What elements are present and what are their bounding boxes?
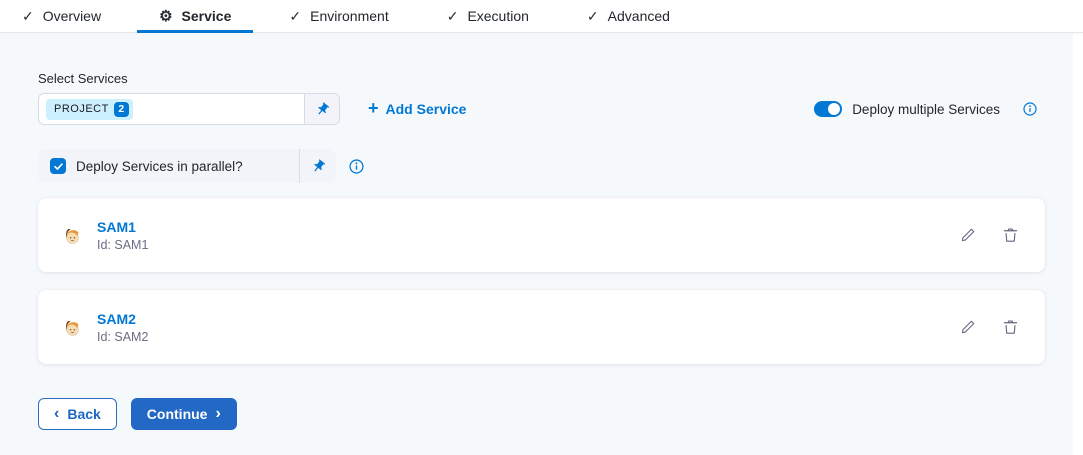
pencil-icon xyxy=(959,226,977,244)
tab-environment[interactable]: ✓ Environment xyxy=(267,0,410,32)
pin-icon xyxy=(311,98,332,119)
gear-icon: ⚙ xyxy=(159,9,172,24)
chevron-left-icon: ‹ xyxy=(54,406,59,422)
chip-label: PROJECT xyxy=(54,103,109,115)
pin-services-button[interactable] xyxy=(305,94,339,124)
pencil-icon xyxy=(959,318,977,336)
project-scope-chip[interactable]: PROJECT 2 xyxy=(46,99,133,120)
plus-icon: + xyxy=(368,99,379,117)
service-avatar xyxy=(62,225,83,246)
tab-label: Execution xyxy=(467,8,528,24)
check-icon: ✓ xyxy=(22,9,34,23)
select-services-label: Select Services xyxy=(38,71,1073,86)
check-icon: ✓ xyxy=(289,9,301,23)
service-avatar xyxy=(62,317,83,338)
trash-icon xyxy=(1002,318,1019,336)
check-icon: ✓ xyxy=(447,9,459,23)
tab-label: Service xyxy=(182,8,232,24)
trash-icon xyxy=(1002,226,1019,244)
edit-service-button[interactable] xyxy=(959,226,977,244)
info-icon xyxy=(1023,102,1037,116)
continue-button-label: Continue xyxy=(147,406,208,422)
service-id: Id: SAM2 xyxy=(97,330,148,344)
chevron-right-icon: › xyxy=(215,406,220,422)
deploy-multiple-info-button[interactable] xyxy=(1023,102,1037,116)
parallel-row: Deploy Services in parallel? xyxy=(38,149,1073,183)
delete-service-button[interactable] xyxy=(1002,226,1019,244)
delete-service-button[interactable] xyxy=(1002,318,1019,336)
parallel-checkbox[interactable] xyxy=(50,158,66,174)
parallel-field: Deploy Services in parallel? xyxy=(38,149,336,183)
chip-count-badge: 2 xyxy=(114,102,129,117)
service-card-sam2: SAM2 Id: SAM2 xyxy=(38,290,1045,364)
service-card-sam1: SAM1 Id: SAM1 xyxy=(38,198,1045,272)
card-actions xyxy=(959,226,1019,244)
tab-label: Overview xyxy=(43,8,101,24)
service-info: SAM2 Id: SAM2 xyxy=(97,311,148,344)
service-tab-panel: Select Services PROJECT 2 + Add Service xyxy=(0,34,1073,455)
check-icon: ✓ xyxy=(587,9,599,23)
add-service-label: Add Service xyxy=(386,101,467,117)
pin-icon xyxy=(307,155,328,176)
tab-overview[interactable]: ✓ Overview xyxy=(0,0,123,32)
tab-execution[interactable]: ✓ Execution xyxy=(425,0,551,32)
tab-label: Environment xyxy=(310,8,389,24)
info-icon xyxy=(349,159,364,174)
checkmark-icon xyxy=(53,161,64,172)
services-input-group: PROJECT 2 xyxy=(38,93,340,125)
deploy-multiple-group: Deploy multiple Services xyxy=(814,101,1037,117)
pin-parallel-button[interactable] xyxy=(300,159,336,174)
back-button-label: Back xyxy=(67,406,100,422)
stage-tabbar: ✓ Overview ⚙ Service ✓ Environment ✓ Exe… xyxy=(0,0,1083,33)
parallel-label: Deploy Services in parallel? xyxy=(76,159,243,174)
select-services-row: PROJECT 2 + Add Service Deploy multiple … xyxy=(38,93,1073,125)
tab-service[interactable]: ⚙ Service xyxy=(137,0,253,32)
wizard-footer: ‹ Back Continue › xyxy=(38,398,1073,430)
continue-button[interactable]: Continue › xyxy=(131,398,237,430)
tab-advanced[interactable]: ✓ Advanced xyxy=(565,0,692,32)
card-actions xyxy=(959,318,1019,336)
tab-label: Advanced xyxy=(608,8,670,24)
service-name-link[interactable]: SAM2 xyxy=(97,311,148,327)
back-button[interactable]: ‹ Back xyxy=(38,398,117,430)
deploy-multiple-label: Deploy multiple Services xyxy=(852,102,1000,117)
parallel-info-button[interactable] xyxy=(349,159,364,174)
services-multiselect-input[interactable]: PROJECT 2 xyxy=(39,94,305,124)
deploy-multiple-toggle[interactable] xyxy=(814,101,842,117)
toggle-knob xyxy=(828,103,840,115)
service-id: Id: SAM1 xyxy=(97,238,148,252)
service-info: SAM1 Id: SAM1 xyxy=(97,219,148,252)
add-service-button[interactable]: + Add Service xyxy=(368,101,466,117)
service-name-link[interactable]: SAM1 xyxy=(97,219,148,235)
edit-service-button[interactable] xyxy=(959,318,977,336)
